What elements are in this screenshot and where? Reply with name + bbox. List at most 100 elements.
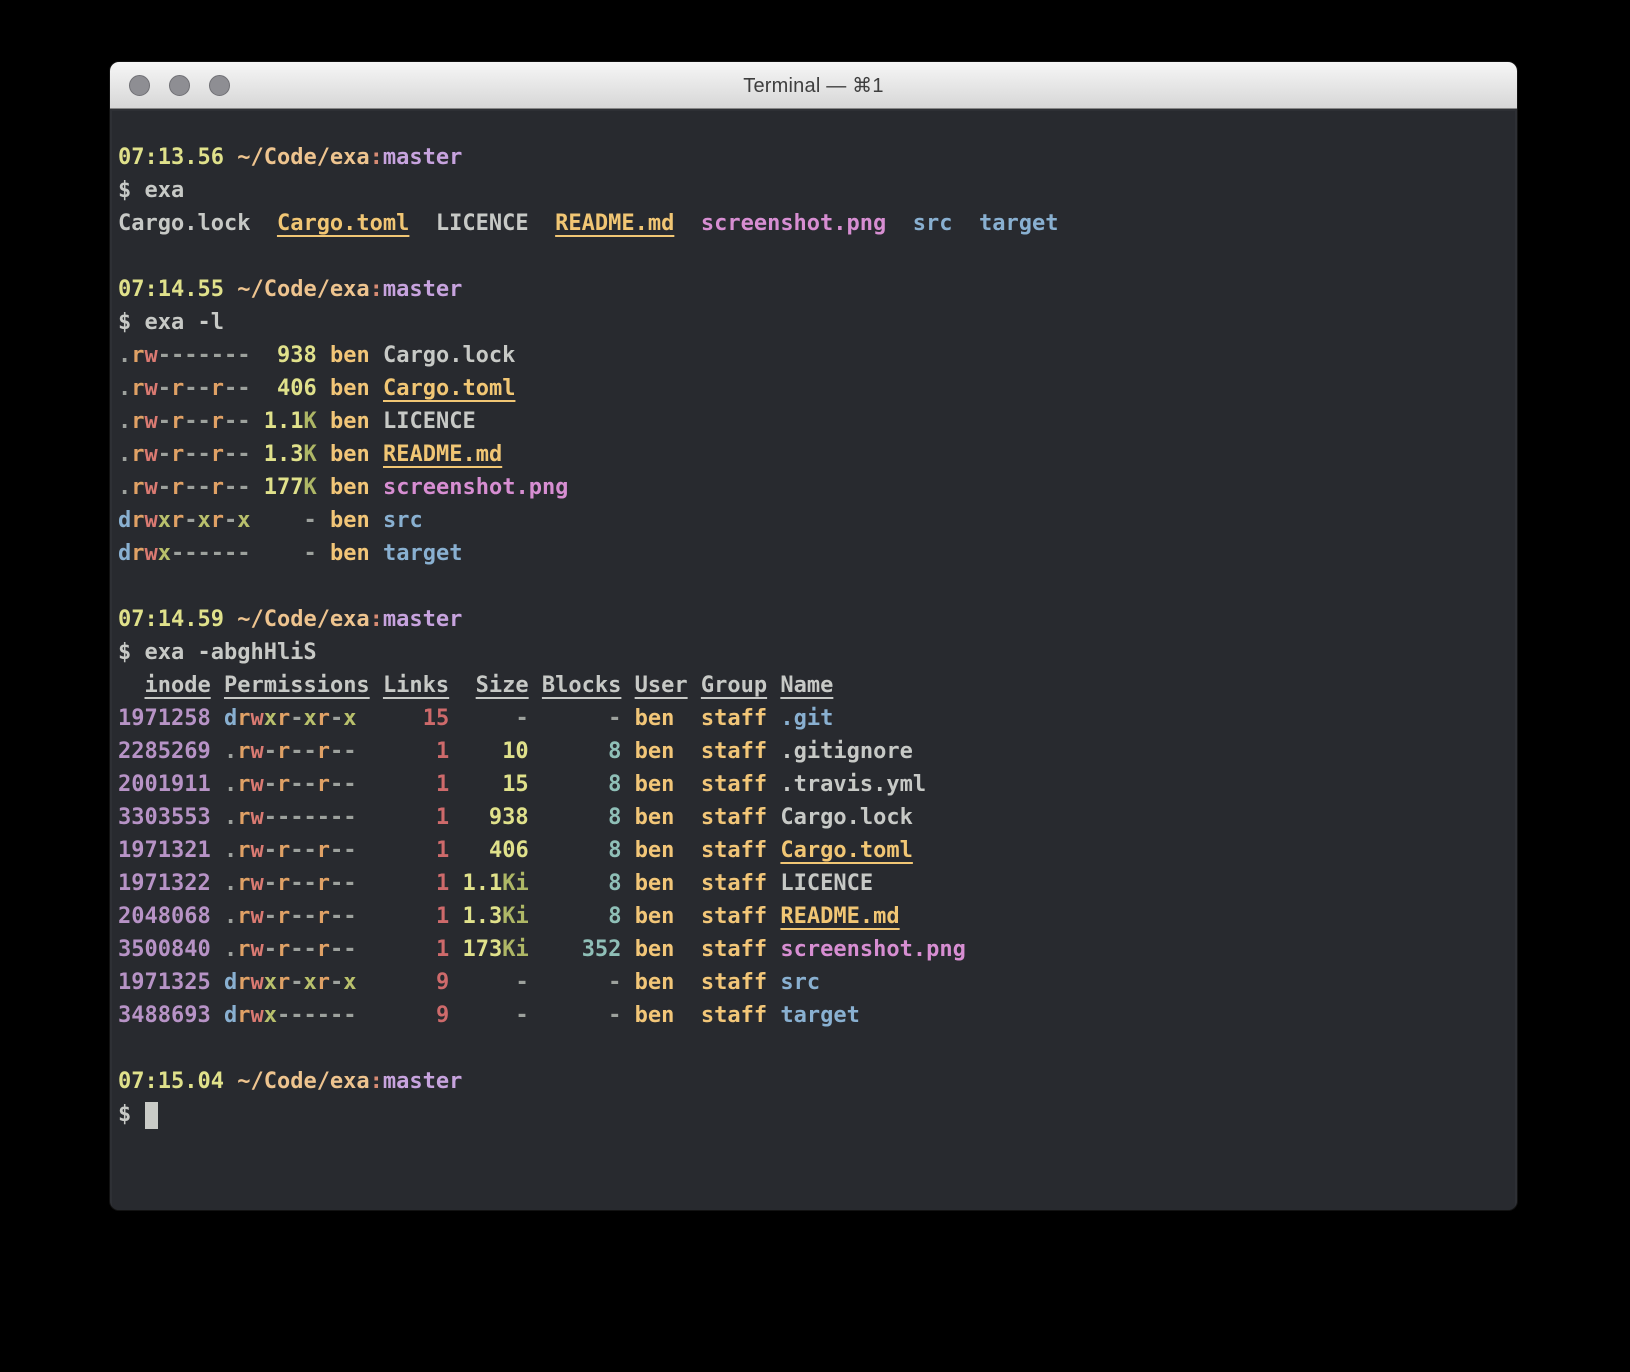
exec-text: x: [343, 706, 356, 731]
text-span: [529, 739, 608, 764]
user-name: ben: [635, 739, 675, 764]
size-text: 1.1: [462, 871, 502, 896]
terminal-line: 2285269 .rw-r--r-- 1 10 8 ben staff .git…: [118, 735, 1507, 768]
punct-text: --: [290, 739, 317, 764]
read-text: r: [277, 937, 290, 962]
user-name: ben: [330, 376, 370, 401]
punct-text: -: [290, 706, 303, 731]
write-text: w: [145, 442, 158, 467]
links-text: 1: [436, 772, 449, 797]
text-span: [621, 838, 634, 863]
terminal-line: [118, 570, 1507, 603]
cwd-path: ~/Code/exa: [237, 1069, 369, 1094]
text-span: [674, 937, 701, 962]
user-name: ben: [330, 343, 370, 368]
size-text: 406: [489, 838, 529, 863]
title-bar[interactable]: Terminal — ⌘1: [110, 62, 1517, 109]
terminal-line: $ exa: [118, 174, 1507, 207]
punct-text: -: [264, 871, 277, 896]
user-name: ben: [330, 508, 370, 533]
colon-text: :: [370, 145, 383, 170]
text-span: [767, 805, 780, 830]
text-span: [688, 673, 701, 698]
blocks-text: 8: [608, 871, 621, 896]
window-title: Terminal — ⌘1: [743, 73, 883, 98]
close-button[interactable]: [129, 75, 150, 96]
zoom-button[interactable]: [209, 75, 230, 96]
text-span: [449, 739, 502, 764]
text-span: [621, 937, 634, 962]
text-span: [211, 1003, 224, 1028]
dir-name: src: [780, 970, 820, 995]
cwd-path: ~/Code/exa: [237, 145, 369, 170]
punct-text: -------: [264, 805, 357, 830]
text-span: [449, 838, 489, 863]
text-span: [211, 772, 224, 797]
text-span: [224, 1069, 237, 1094]
terminal-line: .rw-r--r-- 406 ben Cargo.toml: [118, 372, 1507, 405]
read-text: r: [237, 838, 250, 863]
file-name: Cargo.lock: [383, 343, 515, 368]
text-span: [674, 1003, 701, 1028]
exec-text: x: [303, 970, 316, 995]
dir-name: src: [913, 211, 953, 236]
text-span: [621, 871, 634, 896]
punct-text: --: [330, 739, 357, 764]
read-text: r: [237, 904, 250, 929]
text-span: [449, 706, 515, 731]
read-text: r: [211, 376, 224, 401]
text-span: [674, 772, 701, 797]
size-text: 406: [277, 376, 317, 401]
unit-text: Ki: [502, 904, 529, 929]
text-span: [674, 838, 701, 863]
read-text: r: [171, 376, 184, 401]
inode: 2048068: [118, 904, 211, 929]
text-span: [211, 937, 224, 962]
terminal-line: 3488693 drwx------ 9 - - ben staff targe…: [118, 999, 1507, 1032]
punct-text: -: [184, 508, 197, 533]
column-header: Links: [383, 673, 449, 698]
read-text: r: [317, 739, 330, 764]
text-span: [211, 673, 224, 698]
colon-text: :: [370, 1069, 383, 1094]
links-text: 1: [436, 805, 449, 830]
blocks-text: 8: [608, 772, 621, 797]
text-span: [449, 904, 462, 929]
punct-text: .: [118, 442, 131, 467]
file-name: .travis.yml: [780, 772, 926, 797]
terminal-line: 07:13.56 ~/Code/exa:master: [118, 141, 1507, 174]
text-span: [767, 970, 780, 995]
file-name: README.md: [780, 904, 899, 929]
read-text: r: [237, 805, 250, 830]
punct-text: -: [224, 508, 237, 533]
text-span: [529, 805, 608, 830]
text-span: [674, 871, 701, 896]
size-text: 938: [277, 343, 317, 368]
read-text: r: [211, 409, 224, 434]
git-branch: master: [383, 607, 462, 632]
write-text: w: [250, 706, 263, 731]
text-span: [767, 673, 780, 698]
user-name: ben: [635, 772, 675, 797]
text-span: [211, 706, 224, 731]
column-header: Permissions: [224, 673, 370, 698]
minimize-button[interactable]: [169, 75, 190, 96]
column-header: Group: [701, 673, 767, 698]
punct-text: -: [264, 772, 277, 797]
write-text: w: [250, 838, 263, 863]
terminal-screen[interactable]: 07:13.56 ~/Code/exa:master$ exa Cargo.loc…: [110, 109, 1517, 1210]
text-span: [767, 739, 780, 764]
text-span: [370, 343, 383, 368]
read-text: r: [237, 970, 250, 995]
text-span: [449, 970, 515, 995]
text-span: [767, 904, 780, 929]
punct-text: -: [264, 904, 277, 929]
punct-text: -: [264, 739, 277, 764]
text-span: [317, 475, 330, 500]
text-span: [767, 772, 780, 797]
file-name: screenshot.png: [780, 937, 965, 962]
blocks-text: 8: [608, 838, 621, 863]
user-name: ben: [330, 475, 370, 500]
exec-text: x: [264, 706, 277, 731]
group-name: staff: [701, 706, 767, 731]
